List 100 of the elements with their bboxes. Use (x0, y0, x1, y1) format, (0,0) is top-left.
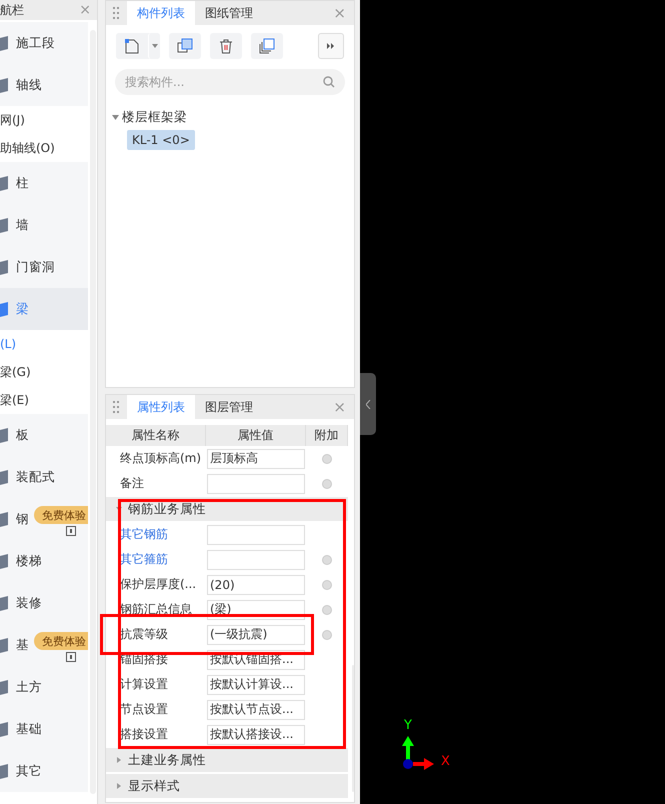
drag-handle-icon (113, 7, 119, 19)
panel-tab[interactable]: 图层管理 (195, 395, 263, 419)
layer-copy-button[interactable] (251, 33, 283, 59)
category-icon (0, 175, 8, 191)
group-header[interactable]: 土建业务属性 (106, 748, 348, 772)
property-name: 计算设置 (119, 676, 169, 693)
sidebar-item[interactable]: 墙 (0, 204, 88, 246)
item-label: 板 (16, 426, 29, 444)
tree-group-label[interactable]: 楼层框架梁 (122, 109, 187, 126)
attach-radio[interactable] (322, 580, 332, 590)
sidebar-item[interactable]: 基础 (0, 708, 88, 750)
sidebar-item[interactable]: 装配式 (0, 456, 88, 498)
tree-item[interactable]: KL-1 <0> (127, 130, 195, 150)
sidebar-item[interactable]: 板 (0, 414, 88, 456)
value-field[interactable]: (一级抗震) (207, 624, 305, 644)
collapse-handle[interactable] (360, 373, 376, 435)
item-label: 其它 (16, 762, 42, 780)
attach-radio[interactable] (322, 478, 332, 488)
attach-radio[interactable] (322, 554, 332, 564)
sidebar-item[interactable]: 柱 (0, 162, 88, 204)
sidebar-item[interactable]: 施工段 (0, 22, 88, 64)
more-button[interactable] (318, 33, 344, 59)
search-icon (323, 76, 335, 88)
value-field[interactable] (207, 524, 305, 544)
value-field[interactable]: 层顶标高 (207, 448, 305, 468)
category-icon (0, 553, 8, 569)
double-arrow-icon (327, 43, 335, 49)
sidebar-item[interactable]: 轴线 (0, 64, 88, 106)
x-axis-arrow (413, 758, 434, 770)
new-file-icon (124, 38, 140, 54)
property-name: 抗震等级 (119, 626, 169, 643)
value-field[interactable]: 按默认搭接设... (207, 724, 305, 744)
origin-dot (403, 759, 413, 769)
category-icon (0, 595, 8, 611)
collapsed-caret-icon (116, 783, 122, 789)
collapsed-caret-icon (116, 757, 122, 763)
property-name: 节点设置 (119, 701, 169, 718)
item-label: 装配式 (16, 468, 55, 486)
category-icon (0, 301, 8, 317)
value-field[interactable]: (20) (207, 574, 305, 594)
attach-radio[interactable] (322, 454, 332, 464)
dropdown-button[interactable] (148, 33, 160, 59)
drag-handle-icon (113, 401, 119, 413)
item-label: 楼梯 (16, 552, 42, 570)
category-icon (0, 511, 8, 527)
sidebar-item[interactable]: 装修 (0, 582, 88, 624)
sidebar-item[interactable]: 钢 免费体验 (0, 498, 88, 540)
sidebar-item[interactable]: 门窗洞 (0, 246, 88, 288)
category-icon (0, 427, 8, 443)
value-field[interactable] (207, 474, 305, 494)
item-label: 钢 (16, 510, 29, 528)
axis-label: Y (404, 718, 412, 733)
value-field[interactable]: 按默认节点设... (207, 700, 305, 720)
panel-tab[interactable]: 构件列表 (127, 1, 195, 25)
attach-radio[interactable] (322, 604, 332, 614)
caret-icon (152, 44, 158, 48)
item-label: 门窗洞 (16, 258, 55, 276)
chevron-left-icon (366, 400, 370, 408)
property-name: 备注 (119, 475, 145, 492)
copy-icon (177, 38, 193, 54)
category-icon (0, 259, 8, 275)
property-link[interactable]: 其它箍筋 (106, 551, 206, 568)
search-field[interactable]: 搜索构件... (115, 69, 345, 95)
sidebar-item[interactable]: 楼梯 (0, 540, 88, 582)
trial-badge: 免费体验 (34, 632, 88, 650)
value-field[interactable] (207, 550, 305, 570)
item-label: 柱 (16, 174, 29, 192)
item-label: 装修 (16, 594, 42, 612)
scrollbar[interactable] (90, 30, 96, 794)
expanded-caret-icon (116, 506, 122, 512)
lock-icon (66, 652, 76, 662)
panel-title: 航栏 (0, 2, 24, 18)
category-icon (0, 217, 8, 233)
group-header[interactable]: 显示样式 (106, 774, 348, 798)
category-icon (0, 35, 8, 51)
lock-icon (66, 526, 76, 536)
trash-icon (218, 38, 234, 54)
property-name: 终点顶标高(m) (119, 450, 202, 467)
category-icon (0, 679, 8, 695)
property-link[interactable]: 其它钢筋 (106, 526, 206, 543)
category-icon (0, 637, 8, 653)
delete-button[interactable] (210, 33, 242, 59)
sidebar-item[interactable]: 土方 (0, 666, 88, 708)
item-label: 墙 (16, 216, 29, 234)
item-label: 轴线 (16, 76, 42, 94)
property-name: 搭接设置 (119, 726, 169, 743)
panel-tab[interactable]: 图纸管理 (195, 1, 263, 25)
property-name: 保护层厚度(... (119, 576, 198, 593)
value-field[interactable]: (梁) (207, 600, 305, 620)
category-icon (0, 469, 8, 485)
column-header: 附加 (306, 425, 348, 446)
trial-badge: 免费体验 (34, 506, 88, 524)
copy-button[interactable] (169, 33, 201, 59)
panel-tab[interactable]: 属性列表 (127, 395, 195, 419)
sidebar-item[interactable]: 基 免费体验 (0, 624, 88, 666)
column-header: 属性值 (206, 425, 306, 446)
attach-radio[interactable] (322, 630, 332, 640)
value-field[interactable]: 按默认计算设... (207, 674, 305, 694)
sidebar-item[interactable]: 其它 (0, 750, 88, 792)
category-icon (0, 77, 8, 93)
